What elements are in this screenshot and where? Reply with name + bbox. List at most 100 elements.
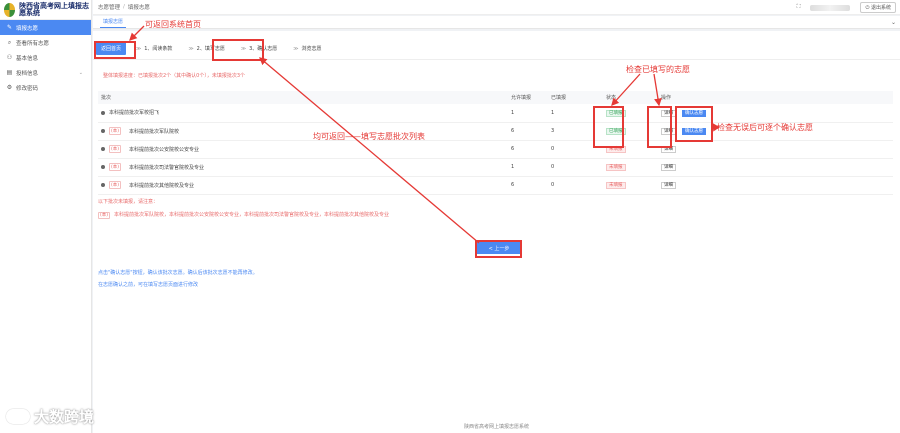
col-action: 操作 — [658, 91, 893, 104]
exit-label: 退出系统 — [870, 5, 891, 11]
level-tag: (本) — [109, 181, 122, 189]
edit-icon: ✎ — [6, 24, 13, 31]
footer-text: 陕西省高考网上填报志愿系统 — [463, 424, 529, 430]
sidebar-item-fill-volunteer[interactable]: ✎ 填报志愿 — [0, 20, 91, 35]
tab-bar: 填报志愿 ⌄ — [93, 16, 900, 29]
breadcrumb-volunteer-management[interactable]: 志愿管理 — [98, 3, 120, 11]
double-chevron-icon: ≫ — [293, 45, 299, 52]
annotation-box-home — [94, 41, 136, 59]
watermark: 大数跨境 — [6, 406, 94, 427]
annotation-home: 可返回系统首页 — [145, 20, 201, 29]
logo-icon — [4, 2, 16, 17]
step-browse-volunteer[interactable]: ≫ 浏览志愿 — [293, 45, 321, 52]
allowed-count: 6 — [508, 140, 548, 159]
allowed-count: 6 — [508, 122, 548, 141]
annotation-box-confirm — [675, 106, 713, 142]
annotation-box-fill-step — [212, 39, 264, 61]
allowed-count: 6 — [508, 176, 548, 195]
sidebar-item-label: 查看所有志愿 — [16, 40, 50, 47]
alert-icon — [101, 183, 105, 187]
batch-name-cell: (本) 本科提前批次公安院校公安专业 — [101, 145, 508, 153]
watermark-logo-icon — [6, 409, 30, 424]
col-status: 状态 — [603, 91, 658, 104]
sidebar-item-view-all[interactable]: ⌕ 查看所有志愿 — [0, 35, 91, 50]
detail-button[interactable]: 详细 — [661, 164, 676, 171]
double-chevron-icon: ≫ — [136, 45, 142, 52]
allowed-count: 1 — [508, 104, 548, 123]
allowed-count: 1 — [508, 158, 548, 177]
alert-icon — [101, 147, 105, 151]
double-chevron-icon: ≫ — [188, 45, 194, 52]
breadcrumb-fill-volunteer: 填报志愿 — [127, 5, 150, 11]
filled-count: 0 — [548, 158, 603, 177]
step-label: 浏览志愿 — [301, 45, 322, 52]
fullscreen-icon[interactable]: ⛶ — [797, 4, 801, 11]
annotation-confirm: 检查无误后可逐个确认志愿 — [717, 123, 813, 132]
sidebar-item-change-password[interactable]: ⚙ 修改密码 — [0, 80, 91, 95]
bullet-icon — [101, 110, 105, 115]
annotation-box-status — [593, 106, 624, 148]
tab-fill-volunteer[interactable]: 填报志愿 — [100, 18, 127, 28]
top-bar: 志愿管理 / 填报志愿 ⛶ ⏻ 退出系统 — [93, 0, 900, 15]
step-read-terms[interactable]: ≫ 1、阅读条款 — [136, 45, 172, 52]
watermark-text: 大数跨境 — [34, 408, 95, 426]
user-name-blurred — [810, 4, 851, 11]
unfilled-notice-text: 本科提前批次军队院校，本科提前批次公安院校公安专业，本科提前批次司法警官院校及专… — [114, 212, 390, 218]
alert-icon — [101, 165, 105, 169]
sidebar-item-basic-info[interactable]: ⚇ 基本信息 — [0, 50, 91, 65]
sidebar-item-label: 修改密码 — [16, 85, 39, 92]
col-allowed: 允许填报 — [508, 91, 548, 104]
sidebar-item-label: 填报志愿 — [16, 25, 39, 32]
unfilled-notice: (本) 本科提前批次军队院校，本科提前批次公安院校公安专业，本科提前批次司法警官院… — [98, 211, 390, 219]
progress-summary: 整体填报进度：已填报批次2个（其中确认0个），未填报批次3个 — [103, 73, 246, 79]
col-batch: 批次 — [98, 91, 508, 104]
breadcrumb-separator: / — [123, 4, 125, 10]
sidebar-item-admission-info[interactable]: ▤ 投档信息 ⌄ — [0, 65, 91, 80]
unfilled-notice-title: 以下批次未填报，请注意： — [98, 199, 159, 205]
table-row: 本科提前批次军校招飞 1 1 已填报 详细 确认志愿 — [98, 104, 893, 123]
main-content: 返回首页 ≫ 1、阅读条款 ≫ 2、填写志愿 ≫ 3、确认志愿 ≫ 浏览志愿 整体填报进… — [93, 31, 900, 433]
document-icon: ▤ — [6, 69, 13, 76]
exit-button[interactable]: ⏻ 退出系统 — [860, 2, 896, 13]
confirm-instruction: 点击"确认志愿"按钮，确认该批次志愿。确认后该批次志愿不能再修改。 — [98, 270, 258, 276]
level-tag: (本) — [109, 127, 122, 135]
batch-name-cell: 本科提前批次军校招飞 — [101, 109, 508, 116]
sidebar-item-label: 基本信息 — [16, 55, 39, 62]
col-filled: 已填报 — [548, 91, 603, 104]
batch-name: 本科提前批次军校招飞 — [109, 110, 160, 117]
filled-count: 0 — [548, 176, 603, 195]
batch-name: 本科提前批次公安院校公安专业 — [129, 146, 200, 153]
search-icon: ⌕ — [7, 38, 12, 46]
batch-name: 本科提前批次其他院校及专业 — [129, 182, 195, 189]
batch-name: 本科提前批次司法警官院校及专业 — [129, 164, 205, 171]
annotation-back: 均可返回——填写志愿批次列表 — [313, 132, 425, 141]
batch-name-cell: (本) 本科提前批次军队院校 — [101, 127, 508, 135]
table-row: (本) 本科提前批次其他院校及专业 6 0 未填报 详细 — [98, 176, 893, 195]
sidebar: 陕西省高考网上填报志愿系统 ✎ 填报志愿 ⌕ 查看所有志愿 ⚇ 基本信息 ▤ 投… — [0, 0, 92, 433]
table-row: (本) 本科提前批次公安院校公安专业 6 0 未填报 详细 — [98, 140, 893, 159]
status-badge: 未填报 — [606, 164, 626, 171]
table-header-row: 批次 允许填报 已填报 状态 操作 — [98, 91, 893, 104]
logo-area: 陕西省高考网上填报志愿系统 — [0, 0, 91, 20]
chevron-down-icon[interactable]: ⌄ — [891, 19, 896, 26]
annotation-check: 检查已填写的志愿 — [626, 65, 690, 74]
step-label: 1、阅读条款 — [144, 45, 173, 52]
level-tag: (本) — [109, 145, 122, 153]
batch-name-cell: (本) 本科提前批次司法警官院校及专业 — [101, 163, 508, 171]
settings-icon: ⚙ — [6, 84, 13, 91]
modify-instruction: 在志愿确认之前，可在填写志愿页面进行修改 — [98, 282, 199, 288]
batch-name: 本科提前批次军队院校 — [129, 128, 180, 135]
annotation-box-prev — [475, 240, 522, 258]
top-bar-right: ⛶ ⏻ 退出系统 — [797, 2, 896, 13]
chevron-down-icon: ⌄ — [78, 69, 83, 76]
batch-name-cell: (本) 本科提前批次其他院校及专业 — [101, 181, 508, 189]
status-badge: 未填报 — [606, 182, 626, 189]
sidebar-item-label: 投档信息 — [16, 70, 39, 77]
detail-button[interactable]: 详细 — [661, 182, 676, 189]
user-icon: ⚇ — [6, 54, 13, 61]
system-title: 陕西省高考网上填报志愿系统 — [19, 1, 90, 17]
level-tag: (本) — [109, 163, 122, 171]
level-tag: (本) — [98, 212, 111, 219]
batch-table: 批次 允许填报 已填报 状态 操作 本科提前批次军校招飞 1 1 已填报 详细确… — [98, 91, 893, 195]
bullet-icon — [101, 129, 105, 133]
